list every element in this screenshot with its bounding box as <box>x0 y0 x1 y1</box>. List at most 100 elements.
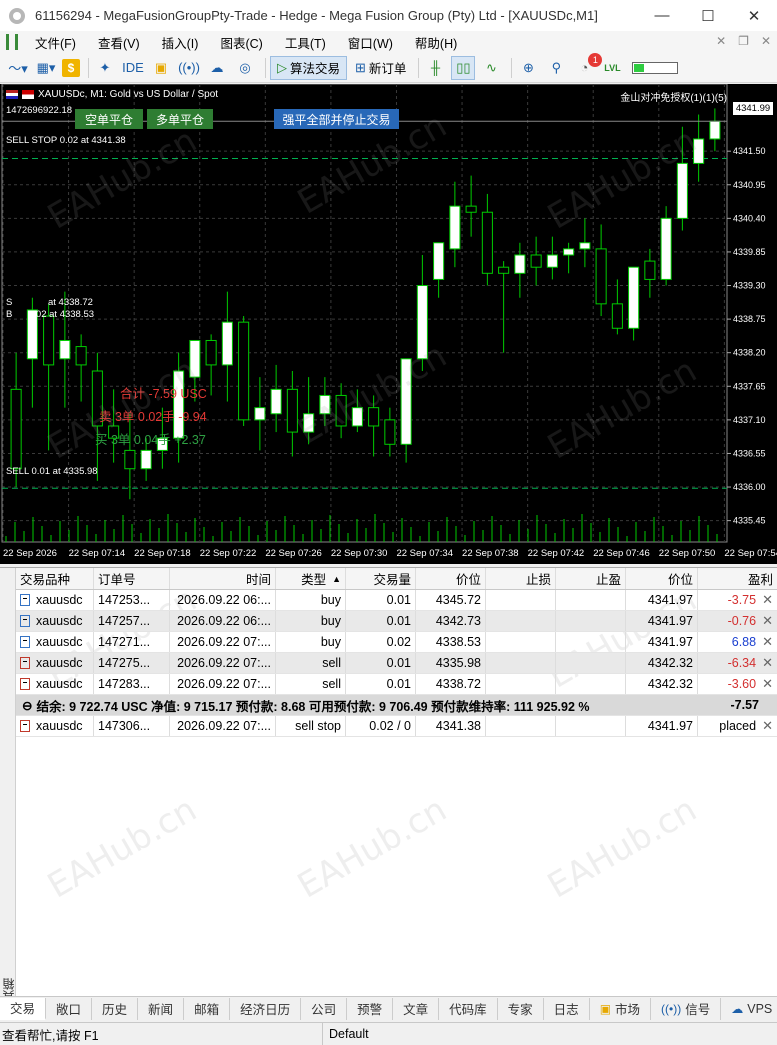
algo-trading-button[interactable]: ▷ 算法交易 <box>270 55 348 80</box>
menu-file[interactable]: 文件(F) <box>24 33 87 52</box>
collapse-icon[interactable]: ⊖ <box>22 698 32 713</box>
close-all-button[interactable]: 强平全部并停止交易 <box>274 109 399 129</box>
menu-view[interactable]: 查看(V) <box>87 33 151 52</box>
position-row[interactable]: xauusdc 147257... 2026.09.22 06:... buy 0.01… <box>16 611 777 632</box>
menu-charts[interactable]: 图表(C) <box>209 33 273 52</box>
cell-price-text: 4341.38 <box>435 719 481 733</box>
x-tick-label: 22 Sep 07:26 <box>265 548 322 559</box>
tab-vps[interactable]: ☁ VPS <box>721 998 777 1020</box>
tab-calendar[interactable]: 经济日历 <box>230 997 302 1020</box>
minimize-button[interactable]: — <box>639 0 685 31</box>
tab-articles[interactable]: 文章 <box>393 997 440 1020</box>
x-tick-label: 22 Sep 07:30 <box>331 548 388 559</box>
cell-sl <box>486 590 556 610</box>
vps-cloud-icon[interactable]: ☁ <box>205 56 229 80</box>
col-tp[interactable]: 止盈 <box>556 568 626 589</box>
close-position-icon[interactable]: ✕ <box>762 676 773 692</box>
col-type[interactable]: 类型 ▲ <box>276 568 346 589</box>
cell-tp <box>556 674 626 694</box>
search-icon[interactable]: ⚲ <box>544 56 568 80</box>
x-tick-label: 22 Sep 07:14 <box>69 548 126 559</box>
close-position-icon[interactable]: ✕ <box>762 613 773 629</box>
market-bag-icon[interactable]: ▣ <box>149 56 173 80</box>
tab-news[interactable]: 新闻 <box>138 997 185 1020</box>
close-position-icon[interactable]: ✕ <box>762 592 773 608</box>
position-row[interactable]: xauusdc 147283... 2026.09.22 07:... sell 0.0… <box>16 674 777 695</box>
tab-experts[interactable]: 专家 <box>498 997 544 1020</box>
col-symbol[interactable]: 交易品种 <box>16 568 94 589</box>
line-graph-icon[interactable]: ∿ <box>479 56 503 80</box>
tab-journal[interactable]: 日志 <box>544 997 590 1020</box>
menu-insert[interactable]: 插入(I) <box>151 33 210 52</box>
position-row[interactable]: xauusdc 147253... 2026.09.22 06:... buy 0.01… <box>16 590 777 611</box>
pending-order-row[interactable]: xauusdc 147306... 2026.09.22 07:... sell st… <box>16 716 777 737</box>
candle-body <box>124 449 136 470</box>
globe-icon[interactable]: ◎ <box>233 56 257 80</box>
candlestick-chart[interactable]: 4341.50 4340.95 4340.40 4339.85 4339.30 4338.… <box>0 84 777 564</box>
position-row[interactable]: xauusdc 147271... 2026.09.22 07:... buy 0.02… <box>16 632 777 653</box>
menu-window[interactable]: 窗口(W) <box>337 33 404 52</box>
col-ticket[interactable]: 订单号 <box>94 568 170 589</box>
tab-mailbox[interactable]: 邮箱 <box>184 997 231 1020</box>
close-position-icon[interactable]: ✕ <box>762 634 773 650</box>
tab-history[interactable]: 历史 <box>92 997 139 1020</box>
x-tick-label: 22 Sep 07:22 <box>200 548 257 559</box>
candle-body <box>59 339 71 360</box>
price-chart[interactable]: 4341.50 4340.95 4340.40 4339.85 4339.30 4338.… <box>0 84 777 564</box>
y-tick-label: 4336.00 <box>733 482 766 492</box>
position-row[interactable]: xauusdc 147275... 2026.09.22 07:... sell 0.0… <box>16 653 777 674</box>
level-icon[interactable]: LVL <box>600 56 624 80</box>
cell-ticket: 147306... <box>94 716 170 736</box>
mdi-close-icon[interactable]: ✕ <box>761 34 771 48</box>
cell-price: 4341.38 <box>416 716 486 736</box>
candle-body <box>189 339 201 378</box>
notification-icon[interactable]: ◔ 1 <box>572 52 603 80</box>
tab-exposure[interactable]: 敞口 <box>46 997 93 1020</box>
col-price[interactable]: 价位 <box>416 568 486 589</box>
notification-badge: 1 <box>588 52 603 67</box>
candle-body <box>644 260 656 280</box>
candlestick-icon[interactable]: ▯▯ <box>451 55 476 80</box>
close-position-icon[interactable]: ✕ <box>762 718 773 734</box>
tab-alerts[interactable]: 预警 <box>347 997 394 1020</box>
cell-symbol: xauusdc <box>16 653 94 673</box>
cell-volume-text: 0.01 <box>386 593 411 607</box>
signals-icon[interactable]: ((•)) <box>177 56 201 80</box>
col-volume[interactable]: 交易量 <box>346 568 416 589</box>
line-chart-icon[interactable]: 〜▾ <box>6 56 30 80</box>
col-current-price[interactable]: 价位 <box>626 568 698 589</box>
close-position-icon[interactable]: ✕ <box>762 655 773 671</box>
cell-profit: 6.88 ✕ <box>698 632 777 652</box>
tab-codebase[interactable]: 代码库 <box>439 997 498 1020</box>
maximize-button[interactable]: ☐ <box>685 0 731 31</box>
y-tick-label: 4339.85 <box>733 247 766 257</box>
mdi-restore-icon[interactable]: ❐ <box>738 34 749 48</box>
menu-help[interactable]: 帮助(H) <box>404 33 468 52</box>
candle-body <box>221 321 233 366</box>
cell-current-price-text: 4342.32 <box>647 677 693 691</box>
col-time[interactable]: 时间 <box>170 568 276 589</box>
col-profit[interactable]: 盈利 <box>698 568 777 589</box>
zoom-in-icon[interactable]: ⊕ <box>516 56 540 80</box>
dollar-icon[interactable]: $ <box>62 58 80 77</box>
new-order-button[interactable]: ⊞ 新订单 <box>351 56 410 80</box>
sparkle-icon[interactable]: ✦ <box>93 56 117 80</box>
close-long-button[interactable]: 多单平仓 <box>147 109 213 129</box>
candle-body <box>351 407 363 427</box>
ide-button[interactable]: IDE <box>121 56 145 80</box>
close-short-button[interactable]: 空单平仓 <box>75 109 143 129</box>
col-sl[interactable]: 止损 <box>486 568 556 589</box>
bar-chart-icon[interactable]: ╫ <box>423 56 447 80</box>
close-button[interactable]: ✕ <box>731 0 777 31</box>
tab-trade[interactable]: 交易 <box>0 997 47 1020</box>
mdi-minimize-icon[interactable]: ✕ <box>716 34 726 48</box>
candle-body <box>660 217 672 280</box>
tab-signals[interactable]: ((•)) 信号 <box>651 997 722 1020</box>
menu-tools[interactable]: 工具(T) <box>274 33 337 52</box>
x-tick-label: 22 Sep 07:18 <box>134 548 191 559</box>
chart-type-icon[interactable]: ▦▾ <box>34 56 58 80</box>
tab-market[interactable]: ▣ 市场 <box>590 997 652 1020</box>
window-controls: — ☐ ✕ <box>639 0 777 31</box>
cell-symbol: xauusdc <box>16 674 94 694</box>
tab-company[interactable]: 公司 <box>301 997 348 1020</box>
